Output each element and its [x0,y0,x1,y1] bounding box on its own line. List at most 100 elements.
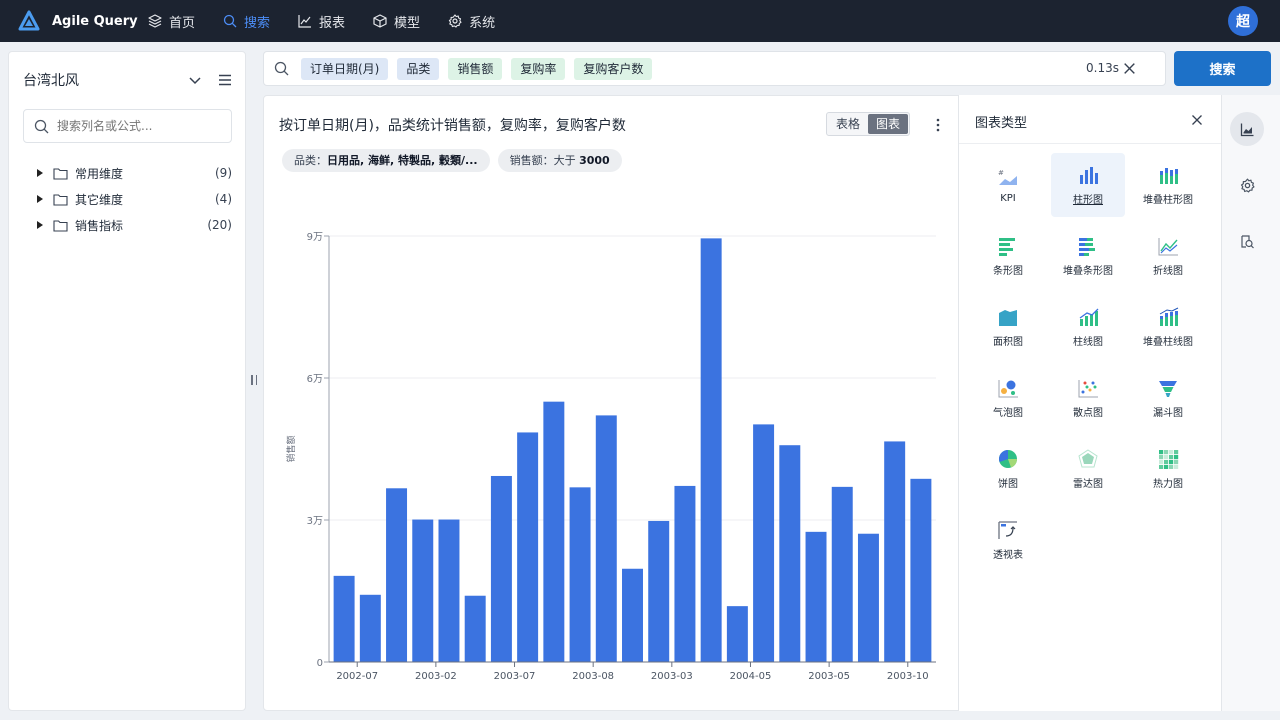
chart-type-heatmap[interactable]: 热力图 [1131,437,1205,501]
chart-type-panel-title: 图表类型 [975,116,1028,131]
x-tick-label: 2003-03 [651,671,693,682]
chart-type-label: 雷达图 [1073,478,1103,490]
bar [910,478,932,662]
chart-type-stacked-column-line-chart[interactable]: 堆叠柱线图 [1131,295,1205,359]
filter-chip-sales[interactable]: 销售额：大于 3000 [497,149,622,172]
bar [412,519,434,662]
chart-type-pivot-table[interactable]: 透视表 [971,508,1045,572]
funnel-chart-icon [1159,380,1177,397]
bar [438,519,460,662]
tree-item-other-dimensions[interactable]: 其它维度 (4) [37,186,232,212]
clear-query-icon[interactable] [1122,61,1137,76]
panel-resize-handle[interactable] [251,375,257,389]
chart-type-label: 柱线图 [1073,336,1103,348]
chart-type-label: KPI [1000,192,1016,204]
query-token-repurchase-rate[interactable]: 复购率 [511,57,566,80]
folder-icon [53,167,68,180]
top-bar: Agile Query 首页 搜索 报表 模型 系统 超 [0,0,1280,42]
search-button[interactable]: 搜索 [1174,51,1271,86]
chart-type-label: 热力图 [1153,478,1183,490]
bar [674,485,696,662]
x-tick-label: 2004-05 [730,671,772,682]
stacked-column-line-chart-icon [1159,307,1179,326]
view-table-button[interactable]: 表格 [828,114,868,134]
bar [464,595,486,662]
bar [857,533,879,662]
chart-type-radar-chart[interactable]: 雷达图 [1051,437,1125,501]
search-icon [274,61,289,76]
chart-type-bubble-chart[interactable]: 气泡图 [971,366,1045,430]
chart-type-kpi[interactable]: # KPI [971,153,1045,217]
kpi-icon: # [998,169,1017,185]
bar [700,238,722,662]
bar [359,594,381,662]
chart-type-stacked-column-chart[interactable]: 堆叠柱形图 [1131,153,1205,217]
tree-item-common-dimensions[interactable]: 常用维度 (9) [37,160,232,186]
result-title: 按订单日期(月)，品类统计销售额，复购率，复购客户数 [279,118,626,134]
tree-item-sales-metrics[interactable]: 销售指标 (20) [37,212,232,238]
chart-type-label: 面积图 [993,336,1023,348]
chart-type-line-chart[interactable]: 折线图 [1131,224,1205,288]
column-search-input[interactable] [57,119,217,133]
insight-search-toggle[interactable] [1230,224,1264,258]
column-chart-icon [1080,166,1098,184]
nav-item-search[interactable]: 搜索 [223,12,270,31]
y-axis-title: 销售额 [285,435,297,462]
nav-item-report[interactable]: 报表 [298,12,345,31]
nav-item-system[interactable]: 系统 [448,12,495,31]
x-tick-label: 2002-07 [336,671,378,682]
view-chart-button[interactable]: 图表 [868,114,909,134]
datasource-name[interactable]: 台湾北风 [23,70,173,90]
pie-chart-icon [998,449,1017,468]
query-token-category[interactable]: 品类 [397,57,440,80]
filter-chip-category[interactable]: 品类：日用品, 海鲜, 特製品, 穀類/... [282,149,490,172]
radar-chart-icon [1078,448,1098,467]
bar [490,475,512,662]
chart-settings-toggle[interactable] [1230,168,1264,202]
chart-type-bar-chart[interactable]: 条形图 [971,224,1045,288]
bar [595,415,617,662]
chart-type-label: 饼图 [998,478,1018,490]
column-line-chart-icon [1079,308,1099,326]
view-toggle: 表格 图表 [826,112,911,136]
chart-type-scatter-chart[interactable]: 散点图 [1051,366,1125,430]
more-vertical-icon[interactable] [933,117,943,133]
cube-icon [373,14,387,28]
chart-type-label: 堆叠柱形图 [1143,194,1193,206]
chart-type-label: 堆叠条形图 [1063,265,1113,277]
chevron-down-icon[interactable] [187,72,203,88]
nav-item-model[interactable]: 模型 [373,12,420,31]
query-token-order-month[interactable]: 订单日期(月) [301,57,389,80]
caret-right-icon[interactable] [37,195,43,203]
close-icon[interactable] [1191,114,1203,126]
query-search-bar[interactable]: 订单日期(月) 品类 销售额 复购率 复购客户数 0.13s [263,51,1166,86]
query-token-repurchase-customers[interactable]: 复购客户数 [574,57,653,80]
bubble-chart-icon [998,379,1018,397]
sales-bar-chart: 0 3万 6万 9万 2002-07 2003-02 2003-07 2003-08 2003-… [285,232,936,682]
chart-type-toggle[interactable] [1230,112,1264,146]
chart-type-stacked-bar-chart[interactable]: 堆叠条形图 [1051,224,1125,288]
query-elapsed-time: 0.13s [1086,61,1119,75]
query-token-sales[interactable]: 销售额 [448,57,503,80]
user-avatar[interactable]: 超 [1228,6,1258,36]
nav-item-home[interactable]: 首页 [148,12,195,31]
x-tick-label: 2003-07 [494,671,536,682]
chart-type-column-line-chart[interactable]: 柱线图 [1051,295,1125,359]
datasource-panel: 台湾北风 常用维度 (9) 其它维度 (4) 销售指标 (20) [8,51,246,711]
folder-icon [53,193,68,206]
caret-right-icon[interactable] [37,221,43,229]
chart-type-column-chart[interactable]: 柱形图 [1051,153,1125,217]
bar [753,424,775,662]
chart-type-pie-chart[interactable]: 饼图 [971,437,1045,501]
chart-type-funnel-chart[interactable]: 漏斗图 [1131,366,1205,430]
brand[interactable]: Agile Query [18,10,138,32]
caret-right-icon[interactable] [37,169,43,177]
menu-icon[interactable] [217,72,233,88]
gear-icon [448,14,462,28]
chart-type-area-chart[interactable]: 面积图 [971,295,1045,359]
bar-chart-icon [999,237,1015,256]
pivot-table-icon [998,520,1017,539]
chart-type-label: 透视表 [993,549,1023,561]
chart-type-label: 散点图 [1073,407,1103,419]
search-icon [223,14,237,28]
